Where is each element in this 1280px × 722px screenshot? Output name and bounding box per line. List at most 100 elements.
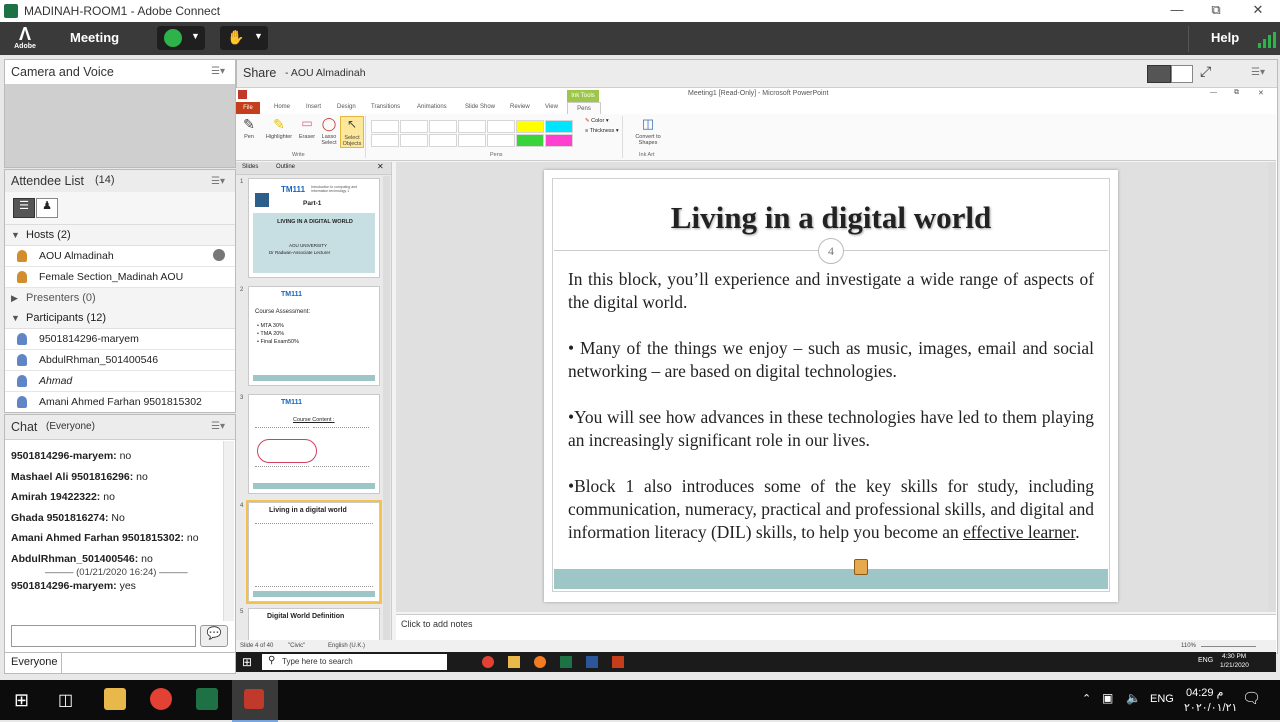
list-view-icon[interactable]: ☰ bbox=[13, 198, 35, 218]
volume-icon[interactable]: 🔈 bbox=[1126, 691, 1141, 705]
help-menu[interactable]: Help bbox=[1211, 30, 1239, 45]
minimize-button[interactable]: — bbox=[1210, 89, 1217, 96]
pane-menu-icon[interactable]: ☰▾ bbox=[211, 66, 225, 77]
thumbnail-scrollbar[interactable] bbox=[383, 176, 390, 646]
fullscreen-icon[interactable]: ⤢ bbox=[1200, 63, 1211, 80]
tab-slides[interactable]: Slides bbox=[242, 164, 258, 170]
chevron-right-icon[interactable]: ▶ bbox=[11, 288, 18, 308]
excel-icon[interactable] bbox=[196, 688, 218, 710]
clock-time[interactable]: 04:29 م bbox=[1186, 686, 1223, 699]
language-indicator[interactable]: ENG bbox=[1150, 693, 1174, 705]
convert-to-shapes-button[interactable]: ◫ Convert to Shapes bbox=[632, 116, 664, 146]
tab-home[interactable]: Home bbox=[274, 104, 290, 110]
pane-menu-icon[interactable]: ☰▾ bbox=[211, 176, 225, 187]
pen-swatch[interactable] bbox=[545, 134, 573, 147]
pen-swatch[interactable] bbox=[487, 120, 515, 133]
pane-menu-icon[interactable]: ☰▾ bbox=[1251, 67, 1265, 78]
pen-swatch[interactable] bbox=[545, 120, 573, 133]
tab-design[interactable]: Design bbox=[337, 104, 356, 110]
pen-tool[interactable]: ✎ Pen bbox=[238, 116, 260, 140]
eraser-tool[interactable]: ▭ Eraser bbox=[296, 116, 318, 140]
attendee-view-icon[interactable]: ♟ bbox=[36, 198, 58, 218]
shared-taskbar: ⊞ ⚲ Type here to search ENG 4:30 PM 1/21… bbox=[236, 652, 1276, 672]
slide-scrollbar[interactable] bbox=[1268, 162, 1276, 612]
task-view-icon[interactable]: ◫ bbox=[58, 690, 73, 710]
windows-start-icon[interactable]: ⊞ bbox=[14, 690, 29, 711]
meeting-menu[interactable]: Meeting bbox=[70, 30, 119, 45]
chat-message: Ghada 9501816274: No bbox=[11, 512, 125, 524]
pen-swatch[interactable] bbox=[516, 120, 544, 133]
list-item[interactable]: Female Section_Madinah AOU bbox=[5, 267, 235, 288]
pen-swatch[interactable] bbox=[400, 120, 428, 133]
highlighter-tool[interactable]: ✎ Highlighter bbox=[264, 116, 294, 140]
restore-button[interactable]: ⧉ bbox=[1196, 2, 1236, 20]
pen-swatch[interactable] bbox=[487, 134, 515, 147]
chrome-icon[interactable] bbox=[150, 688, 172, 710]
pen-swatch[interactable] bbox=[429, 120, 457, 133]
list-item[interactable]: Amani Ahmed Farhan 9501815302 bbox=[5, 392, 235, 412]
thickness-dropdown[interactable]: ≡ Thickness ▾ bbox=[585, 128, 619, 134]
clock-date[interactable]: ٢٠٢٠/٠١/٢١ bbox=[1184, 701, 1237, 714]
list-item[interactable]: AbdulRhman_501400546 bbox=[5, 350, 235, 371]
group-presenters[interactable]: ▶ Presenters (0) bbox=[5, 288, 235, 309]
network-icon[interactable]: ▣ bbox=[1102, 691, 1113, 705]
chevron-down-icon[interactable]: ▼ bbox=[11, 225, 20, 245]
chat-message: AbdulRhman_501400546: no bbox=[11, 553, 153, 565]
pen-swatch[interactable] bbox=[371, 120, 399, 133]
minimize-button[interactable]: — bbox=[1157, 2, 1197, 20]
group-hosts[interactable]: ▼ Hosts (2) bbox=[5, 225, 235, 246]
slide-link[interactable]: effective learner bbox=[963, 522, 1075, 542]
fit-view-icon[interactable] bbox=[1171, 65, 1193, 83]
chevron-up-icon[interactable]: ⌃ bbox=[1082, 692, 1091, 705]
adobe-connect-taskbar-item[interactable] bbox=[232, 680, 278, 722]
pane-menu-icon[interactable]: ☰▾ bbox=[211, 421, 225, 432]
tab-animations[interactable]: Animations bbox=[417, 104, 447, 110]
pen-swatch[interactable] bbox=[458, 120, 486, 133]
color-dropdown[interactable]: ✎ Color ▾ bbox=[585, 118, 609, 124]
chevron-down-icon[interactable]: ▼ bbox=[191, 31, 200, 41]
zoom-slider[interactable] bbox=[1201, 646, 1256, 647]
close-button[interactable]: ✕ bbox=[1238, 2, 1278, 20]
slide-thumbnail-1[interactable]: 1 TM111 Introduction to computing and in… bbox=[240, 178, 380, 278]
pen-swatch[interactable] bbox=[429, 134, 457, 147]
send-chat-icon[interactable]: 💬 bbox=[200, 625, 228, 647]
microphone-control[interactable]: ✋ ▼ bbox=[220, 26, 268, 50]
tab-transitions[interactable]: Transitions bbox=[371, 104, 400, 110]
tab-view[interactable]: View bbox=[545, 104, 558, 110]
notes-pane[interactable]: Click to add notes bbox=[396, 614, 1276, 641]
slide-thumbnail-2[interactable]: 2 TM111 Course Assessment: • MTA 30% • T… bbox=[240, 286, 380, 386]
chevron-down-icon[interactable]: ▼ bbox=[254, 31, 263, 41]
chat-input[interactable] bbox=[11, 625, 196, 647]
group-participants[interactable]: ▼ Participants (12) bbox=[5, 308, 235, 329]
slide-thumbnail-4[interactable]: 4 Living in a digital world bbox=[240, 500, 382, 604]
share-pane-header: Share - AOU Almadinah ⤢ ☰▾ bbox=[237, 60, 1277, 88]
chevron-down-icon[interactable]: ▼ bbox=[11, 308, 20, 328]
list-item[interactable]: 9501814296-maryem bbox=[5, 329, 235, 350]
pen-swatch[interactable] bbox=[400, 134, 428, 147]
tab-review[interactable]: Review bbox=[510, 104, 530, 110]
normal-view-icon[interactable] bbox=[1147, 65, 1171, 83]
list-item[interactable]: AOU Almadinah bbox=[5, 246, 235, 267]
shapes-icon: ◫ bbox=[641, 116, 655, 131]
select-objects-tool[interactable]: ↖ Select Objects bbox=[340, 116, 364, 148]
tab-insert[interactable]: Insert bbox=[306, 104, 321, 110]
speaker-control[interactable]: ▼ bbox=[157, 26, 205, 50]
pen-swatch[interactable] bbox=[516, 134, 544, 147]
close-panel-icon[interactable]: ✕ bbox=[377, 162, 384, 171]
notifications-icon[interactable]: 🗨 bbox=[1242, 689, 1261, 707]
list-item[interactable]: Ahmad bbox=[5, 371, 235, 392]
chat-recipient-select[interactable]: Everyone bbox=[4, 652, 236, 674]
pen-swatch[interactable] bbox=[371, 134, 399, 147]
lasso-select-tool[interactable]: ◯ Lasso Select bbox=[318, 116, 340, 146]
chat-pane-title: Chat bbox=[11, 420, 38, 434]
tab-outline[interactable]: Outline bbox=[276, 164, 295, 170]
close-button[interactable]: ✕ bbox=[1258, 89, 1264, 97]
share-presenter: - AOU Almadinah bbox=[285, 67, 366, 79]
restore-button[interactable]: ⧉ bbox=[1234, 89, 1239, 97]
chat-scrollbar[interactable] bbox=[223, 441, 234, 621]
pen-swatch[interactable] bbox=[458, 134, 486, 147]
tab-slide-show[interactable]: Slide Show bbox=[465, 104, 495, 110]
slide-thumbnail-3[interactable]: 3 TM111 Course Content : bbox=[240, 394, 380, 494]
file-explorer-icon[interactable] bbox=[104, 688, 126, 710]
tab-file[interactable]: File bbox=[236, 102, 260, 114]
